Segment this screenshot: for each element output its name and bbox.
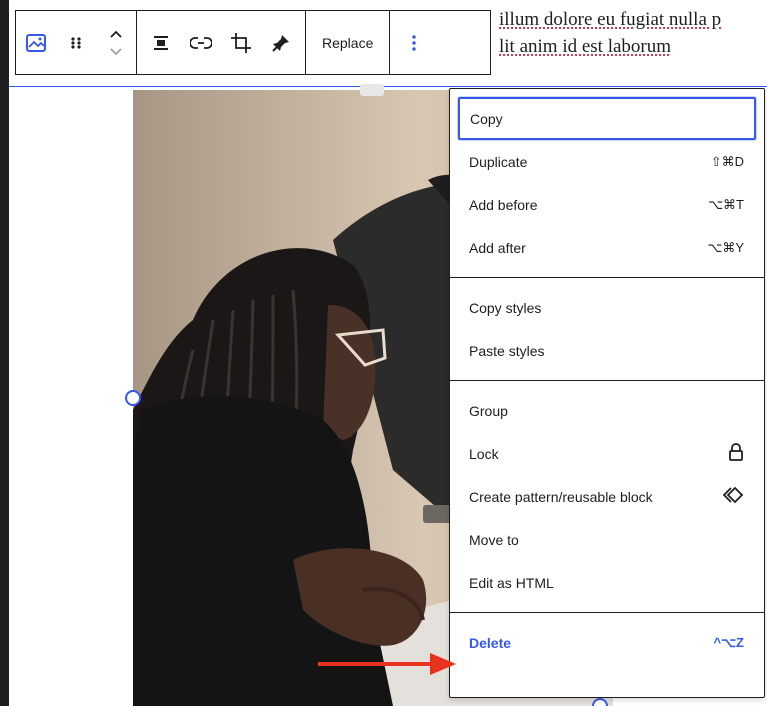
menu-item-label: Copy [470, 110, 503, 127]
reusable-block-icon [722, 486, 744, 507]
menu-item-lock[interactable]: Lock [458, 432, 756, 475]
toolbar-group-replace: Replace [306, 11, 391, 74]
resize-handle-left[interactable] [125, 390, 141, 406]
menu-section-styles: Copy styles Paste styles [450, 278, 764, 381]
menu-item-shortcut: ⌥⌘T [708, 196, 744, 212]
menu-item-paste-styles[interactable]: Paste styles [458, 329, 756, 372]
menu-item-create-pattern[interactable]: Create pattern/reusable block [458, 475, 756, 518]
pin-icon[interactable] [261, 11, 301, 74]
menu-item-shortcut: ⇧⌘D [710, 153, 744, 169]
paragraph-text[interactable]: illum dolore eu fugiat nulla p lit anim … [499, 6, 721, 60]
drag-handle-icon[interactable] [56, 11, 96, 74]
menu-item-label: Create pattern/reusable block [469, 488, 653, 505]
paragraph-line-1: illum dolore eu fugiat nulla p [499, 9, 722, 30]
menu-item-add-after[interactable]: Add after ⌥⌘Y [458, 226, 756, 269]
resize-handle-top[interactable] [360, 84, 384, 96]
menu-item-label: Paste styles [469, 342, 545, 359]
menu-item-delete[interactable]: Delete ^⌥Z [458, 621, 756, 664]
block-options-menu: Copy Duplicate ⇧⌘D Add before ⌥⌘T Add af… [449, 88, 765, 698]
menu-item-label: Add before [469, 196, 538, 213]
toolbar-group-more [390, 11, 438, 74]
move-up-down-icon[interactable] [96, 11, 136, 74]
menu-item-label: Copy styles [469, 299, 542, 316]
menu-item-copy[interactable]: Copy [458, 97, 756, 140]
menu-item-label: Edit as HTML [469, 574, 554, 591]
menu-item-label: Move to [469, 531, 519, 548]
window-edge [0, 0, 9, 706]
menu-item-group[interactable]: Group [458, 389, 756, 432]
menu-item-shortcut: ^⌥Z [713, 634, 744, 650]
align-icon[interactable] [141, 11, 181, 74]
menu-item-label: Add after [469, 239, 526, 256]
menu-item-copy-styles[interactable]: Copy styles [458, 286, 756, 329]
menu-item-label: Lock [469, 445, 499, 462]
menu-section-delete: Delete ^⌥Z [450, 613, 764, 672]
menu-section-clipboard: Copy Duplicate ⇧⌘D Add before ⌥⌘T Add af… [450, 89, 764, 278]
paragraph-line-2: lit anim id est laborum [499, 36, 672, 57]
annotation-arrow [318, 653, 456, 675]
menu-item-edit-html[interactable]: Edit as HTML [458, 561, 756, 604]
crop-icon[interactable] [221, 11, 261, 74]
menu-item-label: Duplicate [469, 153, 528, 170]
menu-item-shortcut: ⌥⌘Y [707, 239, 744, 255]
replace-button[interactable]: Replace [306, 11, 389, 74]
menu-section-block: Group Lock Create pattern/reusable block… [450, 381, 764, 613]
link-icon[interactable] [181, 11, 221, 74]
toolbar-group-block [16, 11, 137, 74]
menu-item-label: Group [469, 402, 508, 419]
block-toolbar: Replace [15, 10, 491, 75]
menu-item-label: Delete [469, 634, 512, 651]
image-icon[interactable] [16, 11, 56, 74]
lock-icon [728, 443, 744, 464]
menu-item-duplicate[interactable]: Duplicate ⇧⌘D [458, 140, 756, 183]
more-options-icon[interactable] [390, 11, 438, 74]
toolbar-group-tools [137, 11, 306, 74]
menu-item-move-to[interactable]: Move to [458, 518, 756, 561]
menu-item-add-before[interactable]: Add before ⌥⌘T [458, 183, 756, 226]
